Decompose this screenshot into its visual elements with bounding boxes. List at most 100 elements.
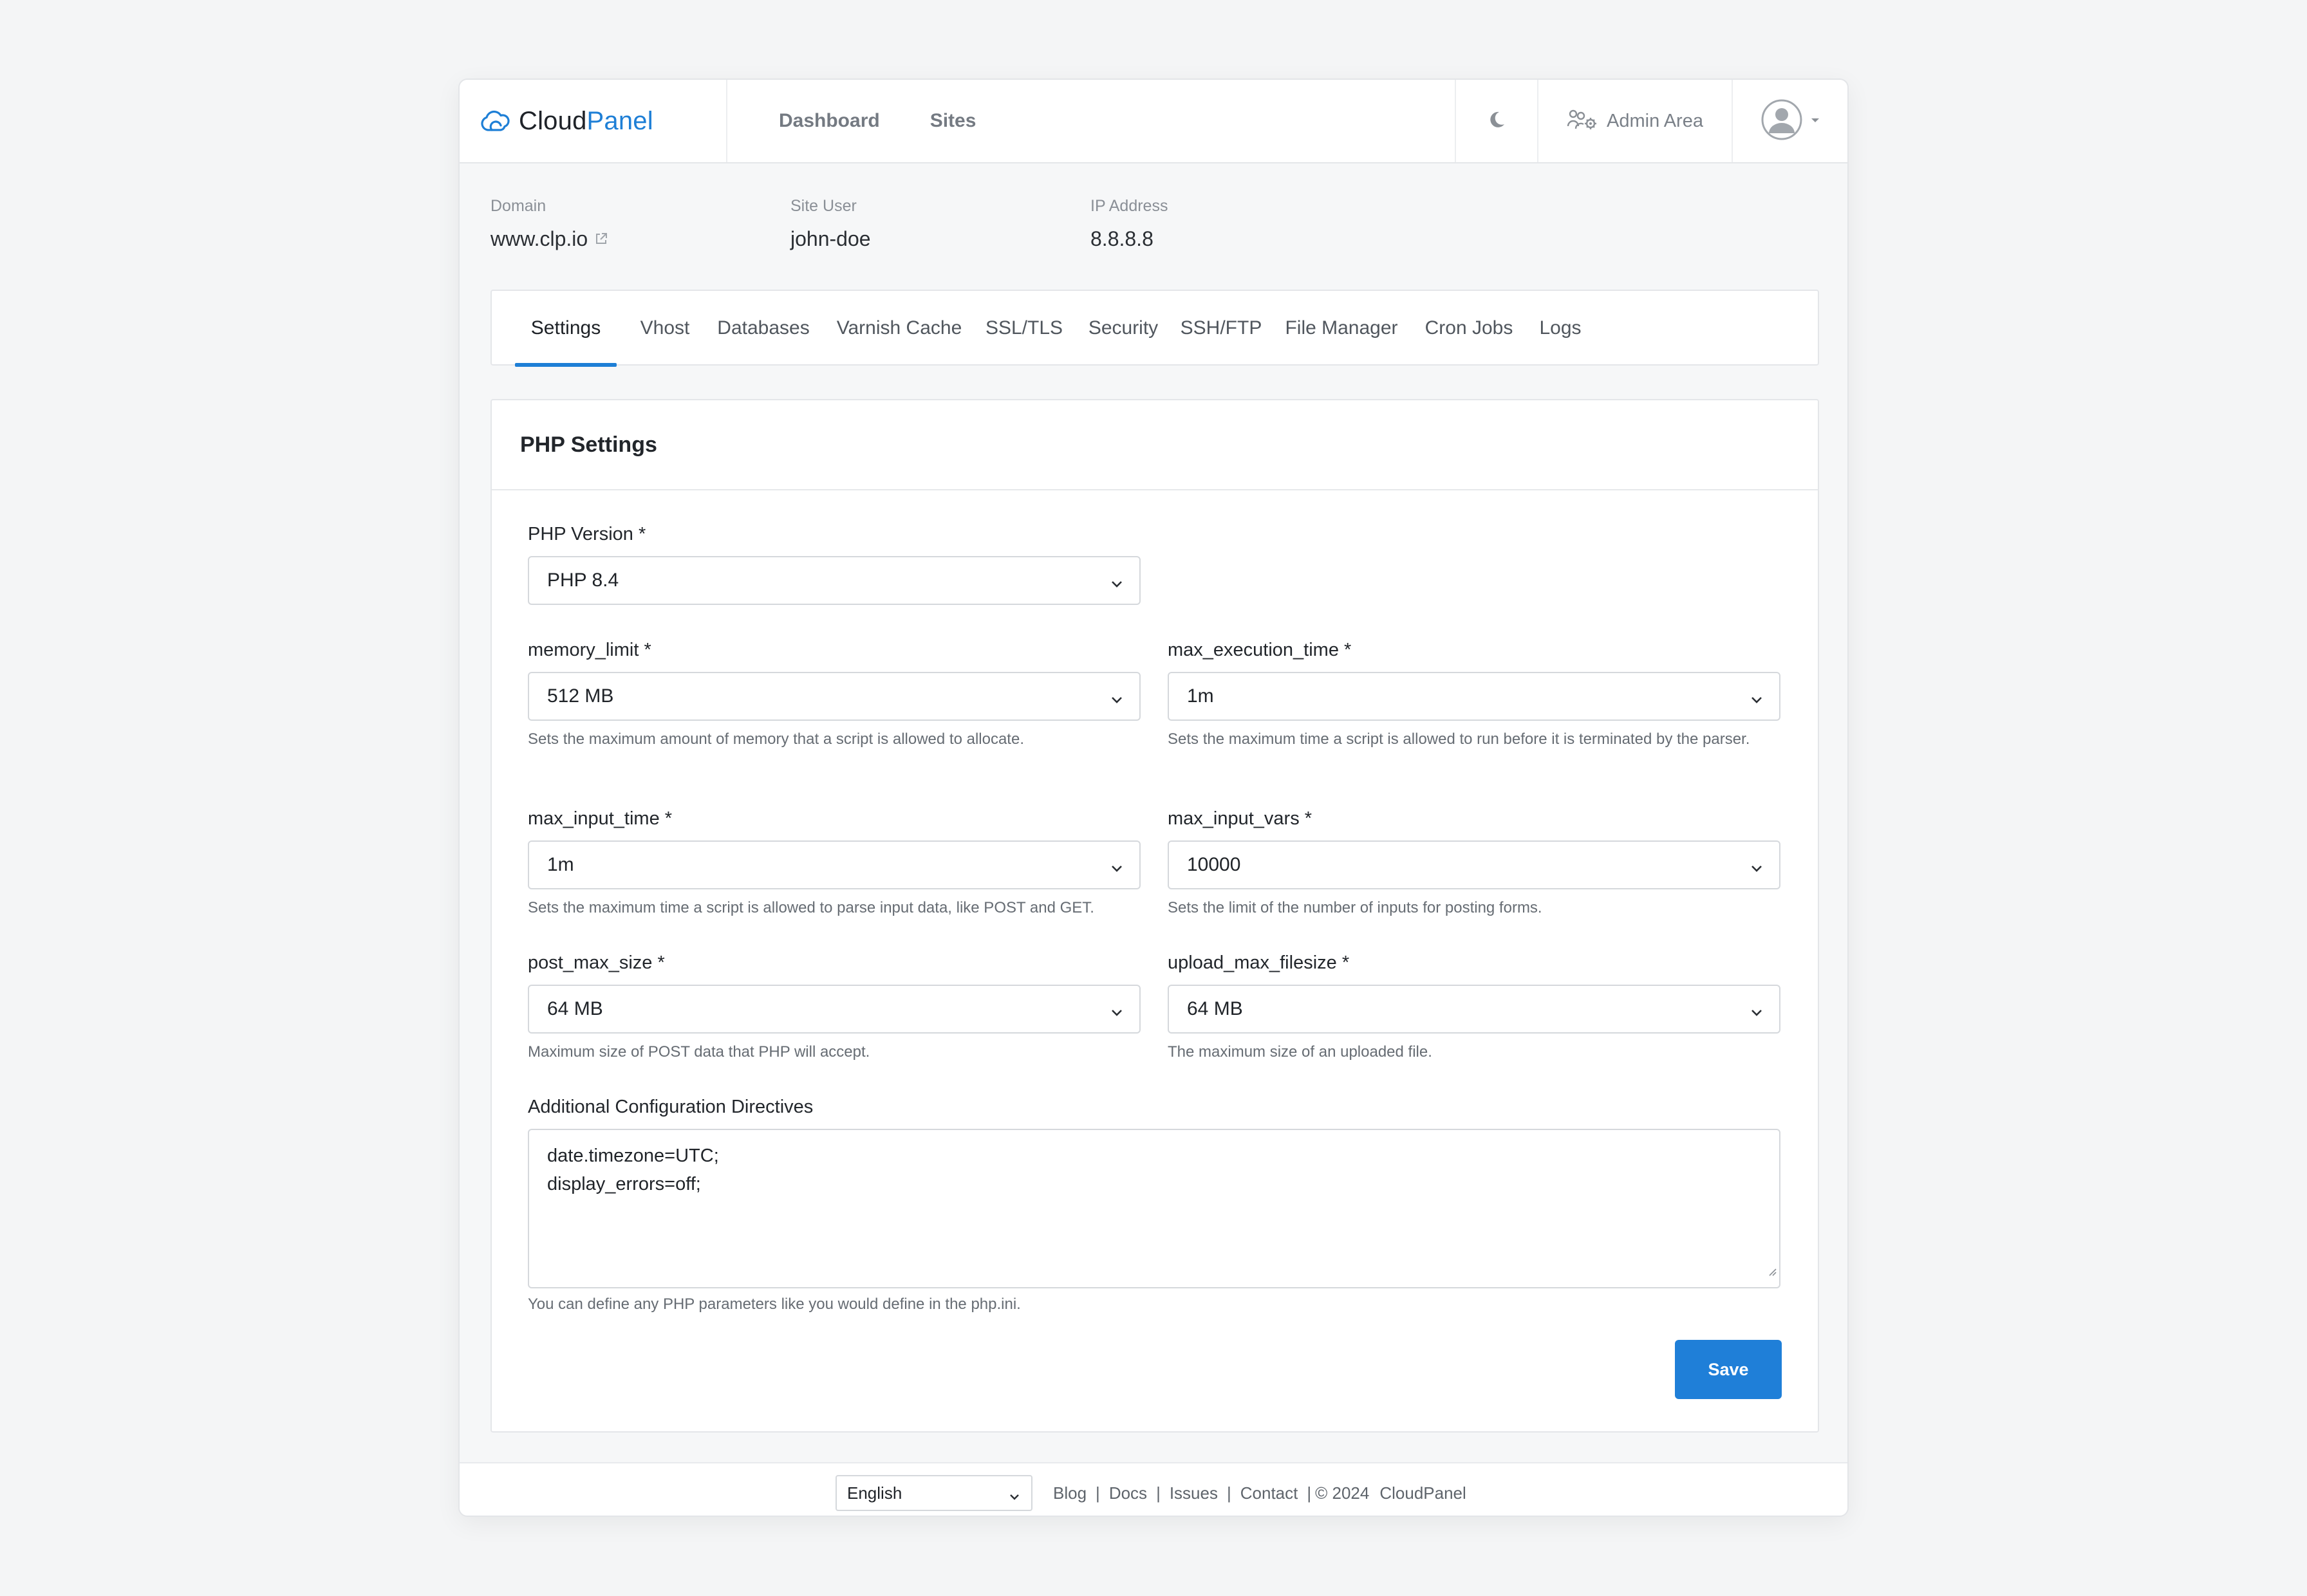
domain-label: Domain [490,197,546,215]
separator: | [1096,1483,1100,1503]
tab-settings[interactable]: Settings [515,291,617,367]
php-version-label: PHP Version * [528,524,646,544]
max-input-vars-value: 10000 [1187,854,1241,875]
tab-cron-jobs[interactable]: Cron Jobs [1414,291,1524,366]
meta-domain: Domain www.clp.io [490,197,748,251]
user-avatar-icon [1761,98,1803,144]
memory-limit-select[interactable]: 512 MB [528,672,1141,721]
php-settings-card: PHP Settings PHP Version * PHP 8.4 memor… [490,399,1819,1433]
max-input-vars-select[interactable]: 10000 [1168,840,1780,889]
brand-name: CloudPanel [519,106,653,135]
tab-vhost[interactable]: Vhost [630,291,700,366]
upload-max-filesize-help: The maximum size of an uploaded file. [1168,1043,1432,1061]
tab-varnish-cache[interactable]: Varnish Cache [828,291,971,366]
directives-field: Additional Configuration Directives date… [528,1097,1780,1317]
domain-link[interactable]: www.clp.io [490,227,588,251]
header-actions: Admin Area [1455,80,1847,162]
directives-textarea[interactable]: date.timezone=UTC; display_errors=off; [528,1129,1780,1288]
max-execution-time-value: 1m [1187,685,1214,707]
max-input-time-field: max_input_time * 1m Sets the maximum tim… [528,808,1141,920]
footer-link-blog[interactable]: Blog [1053,1483,1087,1503]
top-bar: CloudPanel Dashboard Sites Admin Area [460,80,1847,163]
app-window: CloudPanel Dashboard Sites Admin Area Do… [458,79,1849,1517]
language-value: English [847,1483,902,1503]
language-select[interactable]: English [836,1475,1032,1511]
max-input-vars-label: max_input_vars * [1168,808,1312,829]
footer-link-docs[interactable]: Docs [1109,1483,1147,1503]
brand-logo[interactable]: CloudPanel [460,80,727,162]
tab-logs[interactable]: Logs [1528,291,1592,366]
upload-max-filesize-select[interactable]: 64 MB [1168,985,1780,1034]
moon-icon [1487,110,1506,133]
ip-label: IP Address [1090,197,1168,215]
memory-limit-field: memory_limit * 512 MB Sets the maximum a… [528,640,1141,752]
nav-sites[interactable]: Sites [930,110,976,132]
post-max-size-select[interactable]: 64 MB [528,985,1141,1034]
tab-security[interactable]: Security [1079,291,1168,366]
card-title: PHP Settings [492,400,1818,490]
memory-limit-label: memory_limit * [528,640,651,660]
external-link-icon[interactable] [594,227,608,251]
footer-link-contact[interactable]: Contact [1240,1483,1298,1503]
chevron-down-icon [1008,1488,1021,1508]
save-button[interactable]: Save [1675,1340,1782,1399]
site-user-label: Site User [790,197,857,215]
admin-area-link[interactable]: Admin Area [1537,80,1732,162]
main-nav: Dashboard Sites [779,80,976,162]
max-input-time-label: max_input_time * [528,808,673,829]
separator: | [1226,1483,1231,1503]
theme-toggle-button[interactable] [1455,80,1537,162]
tab-databases[interactable]: Databases [711,291,816,366]
max-input-vars-help: Sets the limit of the number of inputs f… [1168,899,1542,916]
footer-link-issues[interactable]: Issues [1170,1483,1218,1503]
chevron-down-icon [1110,1003,1124,1025]
meta-ip: IP Address 8.8.8.8 [1090,197,1348,251]
memory-limit-help: Sets the maximum amount of memory that a… [528,730,1024,748]
tab-ssl-tls[interactable]: SSL/TLS [978,291,1070,366]
directives-label: Additional Configuration Directives [528,1097,814,1117]
max-input-time-help: Sets the maximum time a script is allowe… [528,899,1094,916]
users-gear-icon [1567,108,1598,135]
site-user-value: john-doe [790,227,871,250]
footer-copyright: © 2024 [1315,1483,1370,1503]
domain-value[interactable]: www.clp.io [490,227,748,251]
directive-line: display_errors=off; [547,1174,701,1194]
max-execution-time-help: Sets the maximum time a script is allowe… [1168,730,1750,748]
meta-site-user: Site User john-doe [790,197,1048,251]
separator: | [1156,1483,1161,1503]
upload-max-filesize-field: upload_max_filesize * 64 MB The maximum … [1168,952,1780,1064]
directive-line: date.timezone=UTC; [547,1146,719,1166]
chevron-down-icon [1750,858,1764,880]
footer-links: Blog | Docs | Issues | Contact | © 2024 … [1053,1475,1466,1511]
chevron-down-icon [1110,574,1124,596]
chevron-down-icon [1750,1003,1764,1025]
memory-limit-value: 512 MB [547,685,614,707]
upload-max-filesize-label: upload_max_filesize * [1168,952,1350,973]
footer: English Blog | Docs | Issues | Contact |… [460,1462,1847,1516]
post-max-size-help: Maximum size of POST data that PHP will … [528,1043,870,1061]
tab-file-manager[interactable]: File Manager [1275,291,1408,366]
directives-help: You can define any PHP parameters like y… [528,1295,1021,1313]
ip-value: 8.8.8.8 [1090,227,1154,250]
admin-area-label: Admin Area [1607,110,1703,131]
footer-brand[interactable]: CloudPanel [1379,1483,1466,1503]
resize-grip-icon[interactable] [1766,1256,1777,1285]
nav-dashboard[interactable]: Dashboard [779,110,880,132]
max-execution-time-select[interactable]: 1m [1168,672,1780,721]
post-max-size-label: post_max_size * [528,952,665,973]
chevron-down-icon [1750,690,1764,712]
user-menu[interactable] [1732,80,1847,162]
tab-ssh-ftp[interactable]: SSH/FTP [1174,291,1268,366]
php-version-value: PHP 8.4 [547,570,619,591]
site-tabs: Settings Vhost Databases Varnish Cache S… [490,290,1819,367]
max-execution-time-field: max_execution_time * 1m Sets the maximum… [1168,640,1780,752]
php-version-select[interactable]: PHP 8.4 [528,556,1141,605]
post-max-size-field: post_max_size * 64 MB Maximum size of PO… [528,952,1141,1064]
chevron-down-icon [1110,690,1124,712]
php-version-field: PHP Version * PHP 8.4 [528,524,1141,605]
separator: | [1307,1483,1312,1503]
max-input-time-select[interactable]: 1m [528,840,1141,889]
upload-max-filesize-value: 64 MB [1187,998,1243,1019]
max-input-vars-field: max_input_vars * 10000 Sets the limit of… [1168,808,1780,920]
max-input-time-value: 1m [547,854,574,875]
